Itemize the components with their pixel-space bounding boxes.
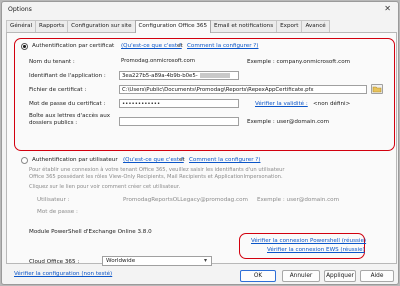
user-example: Exemple : user@domain.com [257, 197, 340, 203]
cancel-button[interactable]: Annuler [282, 270, 320, 282]
cert-and-text: et [177, 43, 183, 49]
appid-label: Identifiant de l'application : [29, 73, 106, 79]
user-what-link[interactable]: (Qu'est-ce que c'est ? [123, 157, 184, 163]
options-dialog: Options ✕ Général Rapports Configuration… [1, 1, 399, 285]
close-icon[interactable]: ✕ [384, 4, 391, 13]
tab-onpremise[interactable]: Configuration sur site [67, 20, 136, 32]
user-and-text: et [179, 157, 185, 163]
certpwd-label: Mot de passe du certificat : [29, 101, 106, 107]
office365-panel: Authentification par certificat (Qu'est-… [6, 32, 397, 265]
certfile-input[interactable]: C:\Users\Public\Documents\Promodag\Repor… [119, 85, 367, 94]
cert-auth-label[interactable]: Authentification par certificat [32, 43, 114, 49]
tab-office365[interactable]: Configuration Office 365 [134, 20, 212, 33]
window-title: Options [8, 6, 32, 13]
tenant-label: Nom du tenant : [29, 59, 75, 65]
tab-reports[interactable]: Rapports [35, 20, 69, 32]
ok-button[interactable]: OK [240, 270, 276, 282]
tab-email[interactable]: Email et notifications [210, 20, 278, 32]
tab-general[interactable]: Général [6, 20, 37, 32]
user-configure-link[interactable]: Comment la configurer ?) [189, 157, 260, 163]
tab-advanced[interactable]: Avancé [301, 20, 330, 32]
tab-export[interactable]: Export [276, 20, 303, 32]
user-desc-line1: Pour établir une connexion à votre tenan… [29, 167, 285, 173]
tenant-example: Exemple : company.onmicrosoft.com [247, 59, 351, 65]
folder-icon [372, 86, 382, 93]
user-auth-label[interactable]: Authentification par utilisateur [32, 157, 118, 163]
certfile-label: Fichier de certificat : [29, 87, 87, 93]
certpwd-input[interactable]: •••••••••••• [119, 99, 239, 108]
user-auth-radio[interactable] [21, 157, 28, 164]
mailbox-example: Exemple : user@domain.com [247, 119, 330, 125]
connection-links-highlight [239, 233, 365, 259]
browse-folder-button[interactable] [371, 84, 383, 94]
verify-validity-link[interactable]: Vérifier la validité : [255, 101, 308, 107]
cert-auth-radio[interactable] [21, 43, 28, 50]
cert-configure-link[interactable]: Comment la configurer ?) [187, 43, 258, 49]
mailbox-label: Boîte aux lettres d'accès aux dossiers p… [29, 113, 111, 126]
mailbox-input[interactable] [119, 117, 239, 126]
user-pwd-label: Mot de passe : [37, 209, 78, 215]
verify-status: <non défini> [313, 101, 351, 107]
certificate-highlight [14, 38, 395, 151]
user-label: Utilisateur : [37, 197, 70, 203]
verify-ews-link[interactable]: Vérifier la connexion EWS (réussie) [267, 247, 365, 253]
redacted-block [199, 73, 230, 78]
tenant-input[interactable]: Promodag.onmicrosoft.com [119, 57, 239, 66]
appid-input[interactable]: 3ea227b5-a89a-4b9b-b0e5- [119, 71, 239, 80]
cert-what-link[interactable]: (Qu'est-ce que c'est ? [121, 43, 182, 49]
module-version: Module PowerShell d'Exchange Online 3.8.… [29, 229, 152, 235]
user-desc-line3: Cliquez sur le lien pour voir comment cr… [29, 184, 181, 190]
help-button[interactable]: Aide [360, 270, 394, 282]
cloud-select[interactable]: Worldwide ▾ [102, 256, 212, 266]
tab-bar: Général Rapports Configuration sur site … [6, 20, 330, 33]
verify-powershell-link[interactable]: Vérifier la connexion Powershell (réussi… [251, 238, 366, 244]
user-value[interactable]: PromodagReportsOLLegacy@promodag.com [123, 197, 248, 203]
user-desc-line2: Office 365 possédant les rôles View-Only… [29, 174, 283, 180]
appid-value: 3ea227b5-a89a-4b9b-b0e5- [122, 73, 198, 79]
chevron-down-icon: ▾ [203, 257, 207, 264]
apply-button[interactable]: Appliquer [324, 270, 356, 282]
verify-config-link[interactable]: Vérifier la configuration (non testé) [14, 271, 112, 277]
cloud-label: Cloud Office 365 : [29, 259, 80, 265]
